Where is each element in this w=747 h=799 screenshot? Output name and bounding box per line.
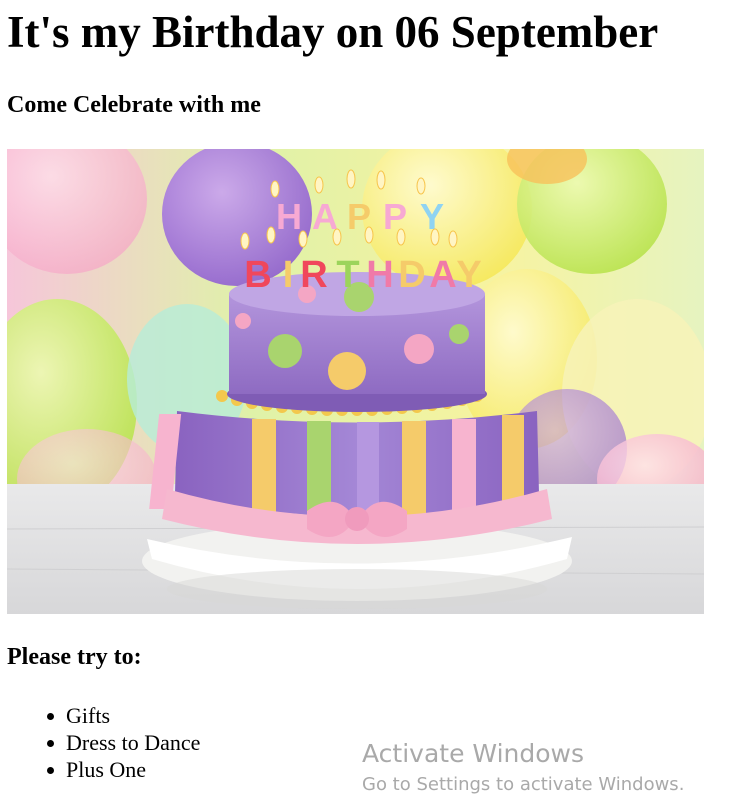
list-item: Gifts (44, 702, 200, 729)
birthday-cake-photo: H A P P Y B I R T H D A Y (7, 149, 704, 614)
watermark-subtitle: Go to Settings to activate Windows. (362, 774, 685, 795)
svg-text:B: B (244, 254, 271, 296)
svg-text:H: H (276, 196, 302, 237)
bullet-icon (47, 767, 54, 774)
activate-windows-watermark: Activate Windows Go to Settings to activ… (362, 738, 684, 798)
list-item: Plus One (44, 756, 200, 783)
list-heading: Please try to: (7, 644, 142, 670)
svg-text:R: R (300, 254, 327, 296)
bullet-icon (47, 713, 54, 720)
page-subtitle: Come Celebrate with me (7, 92, 261, 118)
svg-text:D: D (398, 254, 425, 296)
page-title: It's my Birthday on 06 September (7, 7, 659, 57)
svg-text:A: A (429, 254, 456, 296)
list-item: Dress to Dance (44, 729, 200, 756)
svg-text:H: H (366, 254, 393, 296)
svg-text:I: I (283, 254, 294, 296)
todo-list: Gifts Dress to Dance Plus One (44, 702, 200, 783)
watermark-title: Activate Windows (362, 739, 584, 768)
svg-text:Y: Y (456, 254, 481, 296)
svg-text:T: T (336, 254, 359, 296)
bullet-icon (47, 740, 54, 747)
